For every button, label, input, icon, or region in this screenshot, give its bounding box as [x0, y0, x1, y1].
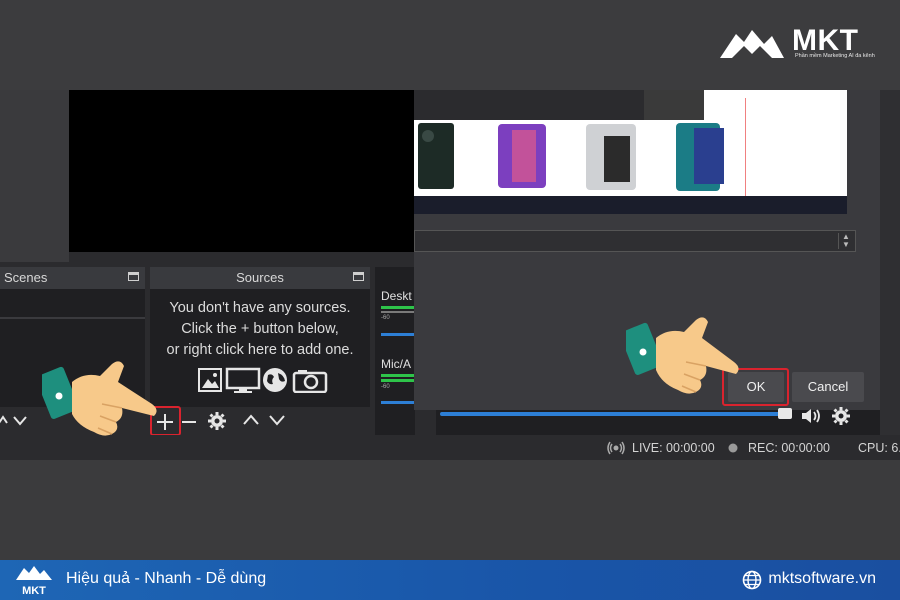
cancel-button[interactable]: Cancel: [792, 372, 864, 402]
remove-source-icon[interactable]: [180, 412, 198, 432]
mixer-channel-2-meter-b: [381, 379, 415, 382]
scenes-title: Scenes: [4, 270, 48, 285]
move-source-up-icon[interactable]: [242, 413, 260, 427]
mkt-logo: MKT Phần mềm Marketing AI đa kênh: [718, 24, 878, 66]
display-icon: [225, 367, 261, 393]
live-signal-icon: [607, 441, 625, 455]
live-timer: LIVE: 00:00:00: [632, 441, 715, 455]
svg-text:MKT: MKT: [22, 585, 46, 596]
source-type-icons: [198, 367, 328, 393]
camera-icon: [292, 370, 328, 393]
right-dock-strip: [880, 90, 900, 460]
move-up-icon[interactable]: [0, 413, 8, 427]
mixer-channel-1-meter: [381, 306, 415, 309]
mixer-channel-2-label: Mic/A: [381, 357, 411, 371]
sources-empty-line-3: or right click here to add one.: [166, 342, 354, 358]
footer-mkt-logo-icon: MKT: [16, 566, 52, 596]
preview-canvas: [69, 90, 414, 252]
spinner-arrows-icon[interactable]: ▲ ▼: [838, 233, 853, 249]
mixer-channel-1-label: Deskt: [381, 289, 412, 303]
mixer-channel-1-scale: [381, 311, 415, 313]
capture-preview-taskbar: [414, 196, 847, 214]
volume-slider-track[interactable]: [440, 412, 780, 416]
pointing-hand-icon: [42, 361, 157, 436]
rec-timer: REC: 00:00:00: [748, 441, 830, 455]
move-source-down-icon[interactable]: [268, 413, 286, 427]
capture-preview-guide: [745, 98, 746, 198]
sources-toolbar: [150, 407, 370, 437]
image-icon: [198, 368, 222, 392]
mixer-channel-1-volume-slider[interactable]: [381, 333, 415, 336]
audio-mixer-dock: Deskt -60 Mic/A -60: [375, 267, 415, 435]
sources-empty-line-1: You don't have any sources.: [169, 300, 351, 316]
logo-tagline: Phần mềm Marketing AI đa kênh: [795, 53, 875, 59]
sources-empty-line-2: Click the + button below,: [181, 321, 339, 337]
footer-website-link[interactable]: mktsoftware.vn: [768, 570, 876, 588]
sources-dock-header: Sources: [150, 267, 370, 289]
preview-side-area: [0, 90, 69, 262]
display-select[interactable]: ▲ ▼: [414, 230, 856, 252]
preview-divider: [69, 252, 414, 262]
footer-bar: MKT Hiệu quả - Nhanh - Dễ dùng mktsoftwa…: [0, 560, 900, 600]
sources-list[interactable]: You don't have any sources. Click the + …: [150, 289, 370, 407]
mkt-mountain-logo-icon: [720, 30, 784, 58]
audio-settings-gear-icon[interactable]: [831, 406, 851, 426]
scene-row-divider: [0, 317, 145, 319]
undock-icon[interactable]: [353, 272, 364, 281]
undock-icon[interactable]: [128, 272, 139, 281]
mixer-channel-2-db: -60: [381, 384, 390, 390]
source-properties-gear-icon[interactable]: [207, 411, 227, 431]
footer-slogan: Hiệu quả - Nhanh - Dễ dùng: [66, 570, 267, 587]
volume-slider-knob[interactable]: [778, 408, 792, 419]
cpu-usage: CPU: 6.: [858, 441, 900, 455]
rec-dot-icon: [728, 443, 738, 453]
pointing-hand-ok-icon: [626, 317, 739, 394]
sources-title: Sources: [236, 270, 284, 285]
capture-preview-panel: [644, 90, 704, 120]
mixer-channel-2-volume-slider[interactable]: [381, 401, 415, 404]
move-down-icon[interactable]: [12, 413, 28, 427]
mixer-channel-2-meter: [381, 374, 415, 377]
capture-preview-phones: [418, 123, 724, 191]
globe-icon: [263, 368, 287, 392]
website-globe-icon: [742, 570, 762, 590]
scenes-dock-header: Scenes: [0, 267, 145, 289]
speaker-icon[interactable]: [800, 407, 824, 425]
mixer-channel-1-db: -60: [381, 315, 390, 321]
